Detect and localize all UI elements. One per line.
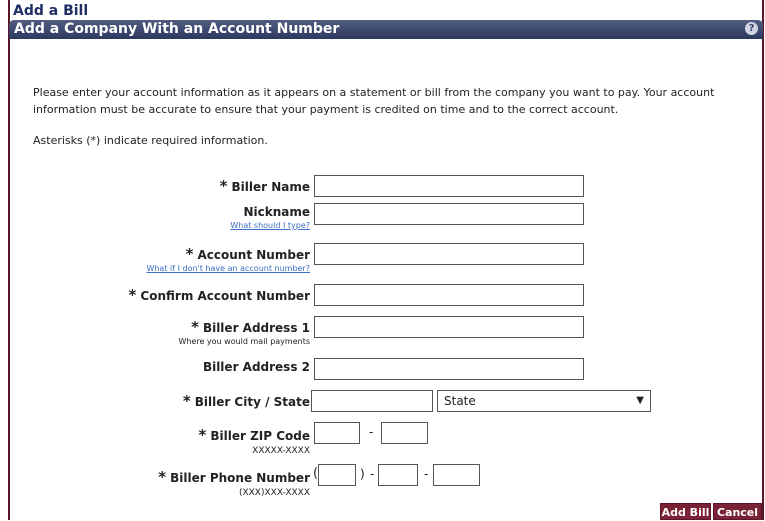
add-bill-button[interactable]: Add Bill — [660, 503, 711, 520]
section-header: Add a Company With an Account Number ? — [9, 20, 763, 39]
required-star: * — [158, 468, 167, 486]
frame-right-border — [762, 0, 764, 520]
phone-area-input[interactable] — [318, 464, 356, 486]
phone-prefix-input[interactable] — [378, 464, 418, 486]
zip-separator: - — [369, 425, 374, 439]
state-select[interactable]: State ▼ — [437, 390, 651, 412]
phone-line-input[interactable] — [433, 464, 480, 486]
biller-name-label: Biller Name — [231, 180, 310, 194]
city-input[interactable] — [311, 390, 433, 412]
help-icon[interactable]: ? — [745, 22, 758, 35]
zip5-input[interactable] — [314, 422, 360, 444]
frame-left-border — [8, 0, 10, 520]
address1-label: Biller Address 1 — [202, 321, 310, 335]
section-title: Add a Company With an Account Number — [14, 21, 340, 37]
page-title: Add a Bill — [13, 3, 89, 19]
account-number-label: Account Number — [197, 248, 311, 262]
nickname-label: Nickname — [243, 205, 310, 219]
account-number-input[interactable] — [314, 243, 584, 265]
phone-close-paren: ) — [360, 467, 365, 481]
zip4-input[interactable] — [381, 422, 428, 444]
no-account-number-link[interactable]: What if I don't have an account number? — [146, 264, 310, 273]
address2-input[interactable] — [314, 358, 584, 380]
required-star: * — [219, 177, 228, 195]
what-should-i-type-link[interactable]: What should I type? — [230, 221, 310, 230]
required-star: * — [185, 245, 194, 263]
address1-hint: Where you would mail payments — [178, 337, 310, 346]
required-star: * — [128, 286, 137, 304]
required-note: Asterisks (*) indicate required informat… — [33, 134, 268, 147]
required-star: * — [191, 318, 199, 336]
state-select-value: State — [444, 394, 476, 408]
chevron-down-icon: ▼ — [636, 395, 644, 406]
required-star: * — [198, 426, 207, 444]
address2-label: Biller Address 2 — [202, 360, 310, 374]
address1-input[interactable] — [314, 316, 584, 338]
confirm-account-input[interactable] — [314, 284, 584, 306]
phone-format-hint: (XXX)XXX-XXXX — [238, 488, 310, 498]
confirm-account-label: Confirm Account Number — [140, 289, 310, 303]
required-star: * — [182, 392, 191, 410]
phone-label: Biller Phone Number — [170, 471, 310, 485]
biller-name-input[interactable] — [314, 175, 584, 197]
phone-dash-1: - — [370, 467, 375, 481]
nickname-input[interactable] — [314, 203, 584, 225]
phone-dash-2: - — [424, 467, 429, 481]
zip-label: Biller ZIP Code — [210, 429, 310, 443]
zip-format-hint: XXXXX-XXXX — [252, 446, 310, 456]
city-state-label: Biller City / State — [194, 395, 310, 409]
cancel-button[interactable]: Cancel — [713, 503, 762, 520]
intro-text: Please enter your account information as… — [33, 86, 715, 116]
